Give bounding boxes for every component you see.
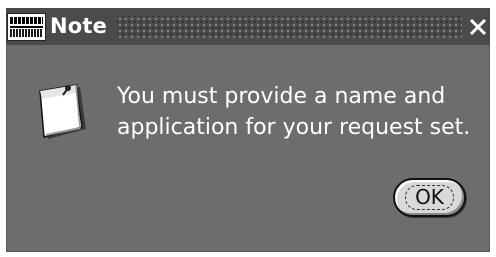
- message-line: application for your request set.: [117, 115, 471, 140]
- ok-button-label: OK: [415, 185, 444, 209]
- message-line: You must provide a name and: [117, 84, 446, 109]
- title-bar[interactable]: Note: [6, 8, 490, 45]
- ok-button[interactable]: OK: [393, 178, 466, 217]
- oracle-applications-logo-icon: [7, 13, 46, 41]
- dialog-message: You must provide a name and application …: [117, 81, 477, 143]
- note-dialog: Note You must provide a name and applica…: [6, 8, 490, 252]
- title-bar-drag-pattern: [117, 16, 462, 38]
- close-icon[interactable]: [467, 14, 489, 38]
- note-paper-icon: [30, 83, 90, 145]
- dialog-title: Note: [50, 14, 108, 38]
